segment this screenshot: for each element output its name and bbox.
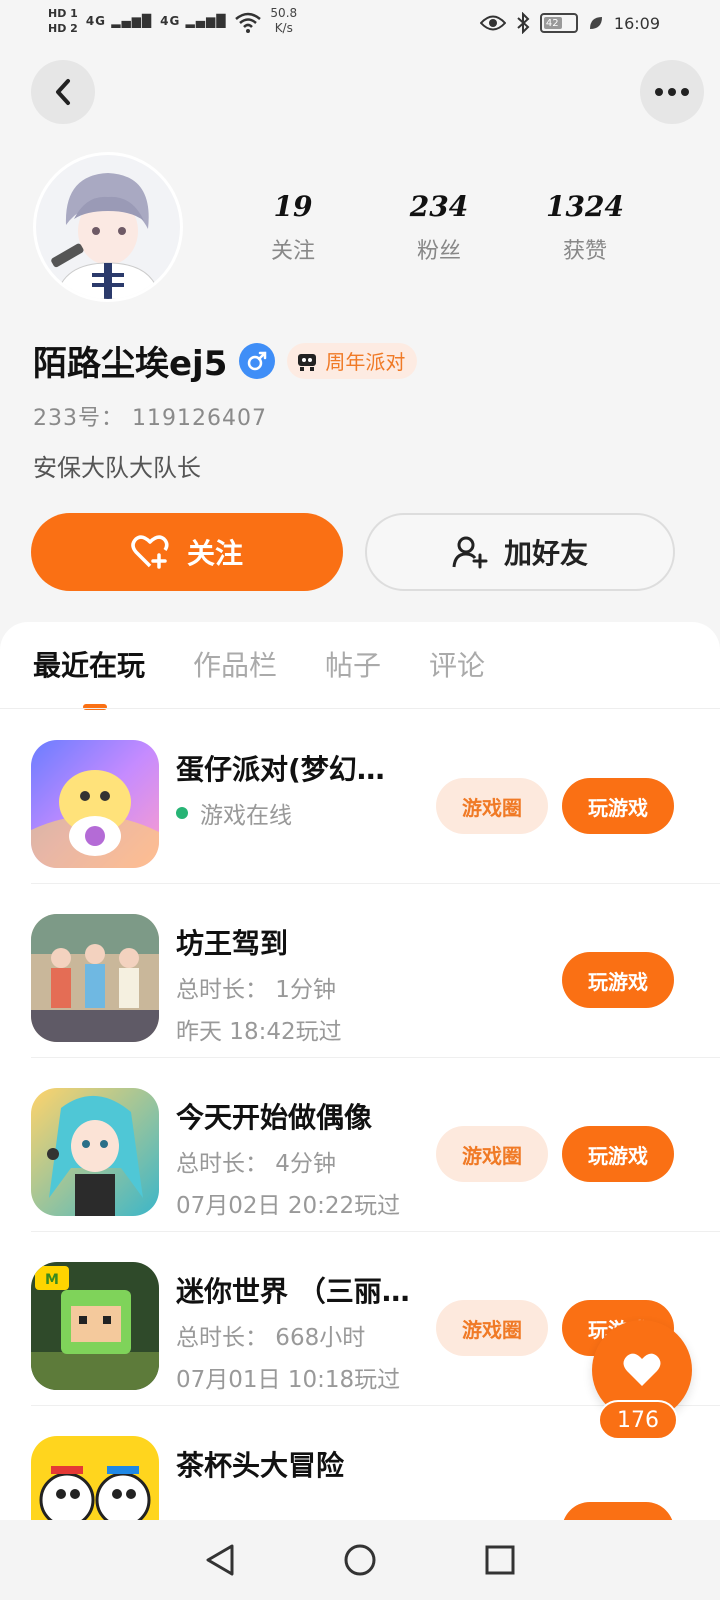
game-icon xyxy=(31,740,159,868)
add-user-icon xyxy=(452,536,488,569)
tab-label: 最近在玩 xyxy=(33,649,146,682)
nav-recents-icon[interactable] xyxy=(484,1544,516,1576)
heart-plus-icon xyxy=(131,535,169,569)
hd2-label: HD 2 xyxy=(48,22,78,35)
leaf-icon xyxy=(589,17,602,29)
user-id: 233号： 119126407 xyxy=(33,406,267,431)
follow-label: 关注 xyxy=(186,537,243,570)
stat-value: 19 xyxy=(273,190,313,223)
play-game-button[interactable]: 玩游戏 xyxy=(562,778,674,834)
play-duration: 总时长： 668小时 xyxy=(176,1325,366,1351)
play-game-button[interactable] xyxy=(562,1502,674,1520)
hd1-label: HD 1 xyxy=(48,7,78,20)
anniversary-badge[interactable]: 周年派对 xyxy=(287,342,418,379)
more-button[interactable] xyxy=(640,60,704,124)
online-dot-icon xyxy=(176,807,188,819)
back-button[interactable] xyxy=(31,60,95,124)
game-row[interactable]: 今天开始做偶像 总时长： 4分钟 07月02日 20:22玩过 游戏圈 玩游戏 xyxy=(0,1058,720,1232)
stat-label: 获赞 xyxy=(562,239,607,264)
speed-value: 50.8 xyxy=(270,6,298,20)
speed-unit: K/s xyxy=(274,21,293,35)
play-duration: 总时长： 4分钟 xyxy=(176,1151,336,1177)
tab-posts[interactable]: 帖子 xyxy=(325,644,381,684)
signal1-label: 4G xyxy=(85,14,107,28)
tab-comments[interactable]: 评论 xyxy=(429,644,485,684)
battery-icon: 42 xyxy=(539,13,578,33)
game-icon: M xyxy=(31,1262,159,1390)
avatar-image xyxy=(36,155,180,299)
last-played: 昨天 18:42玩过 xyxy=(176,1019,342,1045)
tab-label: 评论 xyxy=(429,649,486,682)
avatar[interactable] xyxy=(33,152,183,302)
robot-icon xyxy=(298,353,317,371)
game-title: 茶杯头大冒险 xyxy=(176,1449,345,1482)
game-title: 今天开始做偶像 xyxy=(176,1101,373,1134)
battery-level: 42 xyxy=(545,17,559,29)
stat-fans[interactable]: 234 粉丝 xyxy=(366,190,512,265)
nav-back-icon[interactable] xyxy=(204,1543,236,1577)
system-nav-bar xyxy=(0,1520,720,1600)
stat-label: 粉丝 xyxy=(416,239,461,264)
add-friend-button[interactable]: 加好友 xyxy=(365,513,675,591)
signal2-icon: 4G ▂▄▆█ xyxy=(160,14,227,28)
follow-button[interactable]: 关注 xyxy=(31,513,343,591)
online-label: 游戏在线 xyxy=(200,803,292,829)
heart-icon xyxy=(623,1353,661,1386)
game-icon xyxy=(31,1436,159,1520)
tab-label: 作品栏 xyxy=(193,649,278,682)
last-played: 07月01日 10:18玩过 xyxy=(176,1367,401,1393)
play-game-button[interactable]: 玩游戏 xyxy=(562,952,674,1008)
more-dots-icon xyxy=(655,88,689,96)
stat-value: 234 xyxy=(409,190,469,223)
user-bio: 安保大队大队长 xyxy=(33,454,201,482)
nav-home-icon[interactable] xyxy=(343,1543,377,1577)
clock: 16:09 xyxy=(613,13,660,33)
game-row[interactable]: 蛋仔派对(梦幻… 游戏在线 游戏圈 玩游戏 xyxy=(0,710,720,884)
game-circle-button[interactable]: 游戏圈 xyxy=(436,1300,548,1356)
stat-following[interactable]: 19 关注 xyxy=(220,190,366,265)
hd-indicators: HD 1 HD 2 xyxy=(48,6,78,36)
tab-works[interactable]: 作品栏 xyxy=(193,644,277,684)
like-count-badge: 176 xyxy=(598,1400,678,1440)
male-icon xyxy=(239,342,276,379)
game-circle-button[interactable]: 游戏圈 xyxy=(436,1126,548,1182)
game-icon xyxy=(31,914,159,1042)
stat-value: 1324 xyxy=(546,190,624,223)
add-friend-label: 加好友 xyxy=(503,537,588,570)
tab-bar: 最近在玩 作品栏 帖子 评论 xyxy=(33,644,485,710)
name-row: 陌路尘埃ej5 周年派对 xyxy=(33,336,418,385)
tab-recently-played[interactable]: 最近在玩 xyxy=(33,644,146,710)
eye-icon xyxy=(479,15,506,31)
play-game-button[interactable]: 玩游戏 xyxy=(562,1126,674,1182)
status-bar: HD 1 HD 2 4G ▂▄▆█ 4G ▂▄▆█ 50.8 K/s 42 16… xyxy=(0,0,720,50)
game-title: 蛋仔派对(梦幻… xyxy=(176,753,385,786)
user-name: 陌路尘埃ej5 xyxy=(33,344,228,384)
wifi-icon xyxy=(235,12,262,33)
game-icon xyxy=(31,1088,159,1216)
chevron-left-icon xyxy=(56,79,70,105)
bluetooth-icon xyxy=(517,12,530,34)
game-title: 迷你世界 （三丽… xyxy=(176,1275,410,1308)
signal2-label: 4G xyxy=(160,14,181,28)
game-title: 坊王驾到 xyxy=(176,927,289,960)
stat-likes[interactable]: 1324 获赞 xyxy=(512,190,658,265)
profile-stats: 19 关注 234 粉丝 1324 获赞 xyxy=(220,190,660,265)
tabs-divider xyxy=(0,708,720,709)
game-row[interactable]: 坊王驾到 总时长： 1分钟 昨天 18:42玩过 玩游戏 xyxy=(0,884,720,1058)
badge-label: 周年派对 xyxy=(325,350,406,374)
signal1-icon: 4G ▂▄▆█ xyxy=(85,14,153,28)
tab-label: 帖子 xyxy=(325,649,382,682)
game-circle-button[interactable]: 游戏圈 xyxy=(436,778,548,834)
network-speed: 50.8 K/s xyxy=(270,6,297,36)
play-duration: 总时长： 1分钟 xyxy=(176,977,336,1003)
online-status: 游戏在线 xyxy=(176,796,292,830)
stat-label: 关注 xyxy=(270,239,315,264)
last-played: 07月02日 20:22玩过 xyxy=(176,1193,401,1219)
svg-text:M: M xyxy=(45,1272,59,1288)
